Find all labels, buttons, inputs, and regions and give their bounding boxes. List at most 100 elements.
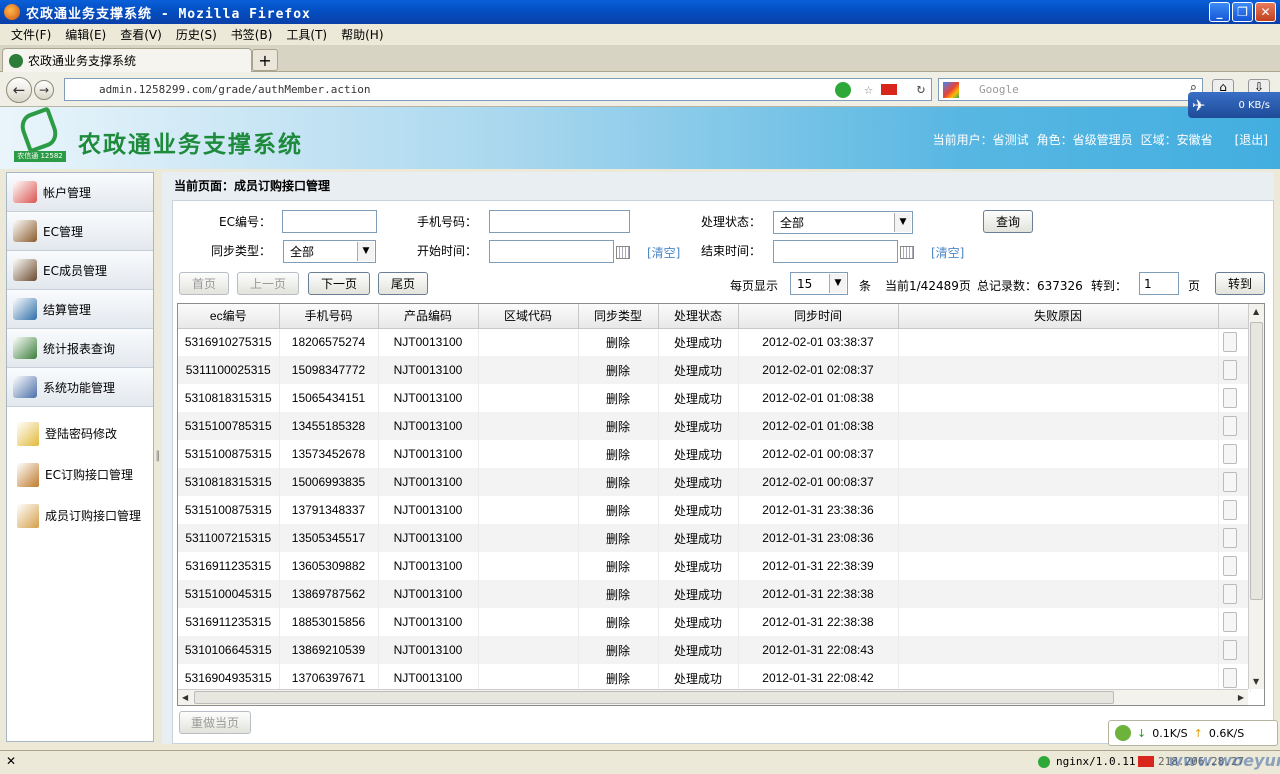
end-time-input[interactable]: [773, 240, 898, 263]
row-action-button[interactable]: [1222, 640, 1237, 660]
browser-tab[interactable]: 农政通业务支撑系统: [2, 48, 252, 72]
last-page-button[interactable]: 尾页: [378, 272, 428, 295]
table-row[interactable]: 5311100025315 15098347772 NJT0013100 删除 处理成功…: [178, 356, 1251, 384]
menu-view[interactable]: 查看(V): [115, 26, 167, 43]
scroll-down-icon[interactable]: ▼: [1253, 677, 1259, 686]
sidebar-item-ec[interactable]: EC管理: [7, 212, 153, 251]
sidebar-item-ec-member[interactable]: EC成员管理: [7, 251, 153, 290]
menu-edit[interactable]: 编辑(E): [60, 26, 111, 43]
phone-input[interactable]: [489, 210, 630, 233]
vertical-scrollbar[interactable]: ▲ ▼: [1248, 304, 1264, 689]
row-action-button[interactable]: [1222, 444, 1237, 464]
ec-number-input[interactable]: [282, 210, 377, 233]
sidebar-item-settlement[interactable]: 结算管理: [7, 290, 153, 329]
row-action-button[interactable]: [1222, 668, 1237, 688]
scroll-right-icon[interactable]: ▶: [1238, 693, 1244, 702]
scroll-left-icon[interactable]: ◀: [182, 693, 188, 702]
close-icon[interactable]: ✕: [6, 754, 16, 768]
table-cell: [478, 580, 579, 608]
go-icon[interactable]: [835, 82, 851, 98]
clear-start-link[interactable]: [清空]: [647, 244, 680, 261]
prev-page-button[interactable]: 上一页: [237, 272, 299, 295]
table-row[interactable]: 5310818315315 15065434151 NJT0013100 删除 处理成功…: [178, 384, 1251, 412]
row-action-button[interactable]: [1222, 388, 1237, 408]
menu-file[interactable]: 文件(F): [6, 26, 56, 43]
table-row[interactable]: 5315100045315 13869787562 NJT0013100 删除 处理成功…: [178, 580, 1251, 608]
horizontal-scrollbar[interactable]: ◀ ▶: [178, 689, 1248, 705]
scroll-thumb[interactable]: [194, 691, 1114, 704]
column-header[interactable]: 失败原因: [898, 304, 1219, 329]
per-page-select[interactable]: 15 ▼: [790, 272, 848, 295]
row-action-button[interactable]: [1222, 612, 1237, 632]
sidebar-subitem-member-order[interactable]: 成员订购接口管理: [7, 495, 153, 536]
back-arrow-icon[interactable]: ←: [6, 77, 32, 103]
search-bar[interactable]: Google ⌕: [938, 78, 1203, 101]
row-action-button[interactable]: [1222, 528, 1237, 548]
bookmark-star-icon[interactable]: ☆: [864, 80, 873, 98]
close-window-button[interactable]: ✕: [1255, 2, 1276, 22]
query-button[interactable]: 查询: [983, 210, 1033, 233]
maximize-button[interactable]: ❐: [1232, 2, 1253, 22]
sidebar-item-reports[interactable]: 统计报表查询: [7, 329, 153, 368]
column-header[interactable]: 手机号码: [279, 304, 379, 329]
redo-page-button[interactable]: 重做当页: [179, 711, 251, 734]
table-row[interactable]: 5310106645315 13869210539 NJT0013100 删除 处理成功…: [178, 636, 1251, 664]
table-cell: 2012-02-01 02:08:37: [738, 356, 899, 384]
status-select[interactable]: 全部 ▼: [773, 211, 913, 234]
table-row[interactable]: 5316911235315 18853015856 NJT0013100 删除 处理成功…: [178, 608, 1251, 636]
start-time-input[interactable]: [489, 240, 614, 263]
column-header[interactable]: 区域代码: [478, 304, 579, 329]
url-bar[interactable]: admin.1258299.com/grade/authMember.actio…: [64, 78, 932, 101]
table-cell: [478, 608, 579, 636]
table-row[interactable]: 5316910275315 18206575274 NJT0013100 删除 处理成功…: [178, 328, 1251, 356]
sidebar-subitem-ec-order[interactable]: EC订购接口管理: [7, 454, 153, 495]
table-row[interactable]: 5316904935315 13706397671 NJT0013100 删除 处理成功…: [178, 664, 1251, 692]
row-action-button[interactable]: [1222, 584, 1237, 604]
reload-icon[interactable]: ↻: [917, 81, 925, 97]
first-page-button[interactable]: 首页: [179, 272, 229, 295]
goto-button[interactable]: 转到: [1215, 272, 1265, 295]
table-row[interactable]: 5315100875315 13791348337 NJT0013100 删除 处理成功…: [178, 496, 1251, 524]
table-row[interactable]: 5310818315315 15006993835 NJT0013100 删除 处理成功…: [178, 468, 1251, 496]
row-action-button[interactable]: [1222, 472, 1237, 492]
table-row[interactable]: 5316911235315 13605309882 NJT0013100 删除 处理成功…: [178, 552, 1251, 580]
sidebar-item-system[interactable]: 系统功能管理: [7, 368, 153, 407]
sync-type-select[interactable]: 全部 ▼: [283, 240, 376, 263]
column-header[interactable]: 处理状态: [658, 304, 739, 329]
row-action-button[interactable]: [1222, 556, 1237, 576]
new-tab-button[interactable]: +: [252, 49, 278, 71]
scroll-thumb[interactable]: [1250, 322, 1263, 600]
table-cell: 13605309882: [279, 552, 379, 580]
column-header[interactable]: 同步时间: [738, 304, 899, 329]
table-row[interactable]: 5311007215315 13505345517 NJT0013100 删除 处理成功…: [178, 524, 1251, 552]
row-action-button[interactable]: [1222, 360, 1237, 380]
row-action-button[interactable]: [1222, 416, 1237, 436]
next-page-button[interactable]: 下一页: [308, 272, 370, 295]
column-header[interactable]: ec编号: [178, 304, 280, 329]
sidebar-subitem-password[interactable]: 登陆密码修改: [7, 413, 153, 454]
menu-help[interactable]: 帮助(H): [336, 26, 388, 43]
goto-page-input[interactable]: 1: [1139, 272, 1179, 295]
table-row[interactable]: 5315100785315 13455185328 NJT0013100 删除 处理成功…: [178, 412, 1251, 440]
forward-arrow-icon[interactable]: →: [34, 80, 54, 100]
column-header[interactable]: 产品编码: [378, 304, 479, 329]
sidebar-item-account[interactable]: 帐户管理: [7, 173, 153, 212]
scroll-up-icon[interactable]: ▲: [1253, 307, 1259, 316]
menu-bookmarks[interactable]: 书签(B): [226, 26, 278, 43]
phone-label: 手机号码：: [417, 215, 478, 229]
minimize-button[interactable]: _: [1209, 2, 1230, 22]
chart-icon: [13, 337, 37, 359]
user-role: 角色：省级管理员: [1036, 133, 1133, 147]
sidebar-splitter-handle[interactable]: ║: [155, 452, 160, 468]
calendar-icon[interactable]: [900, 246, 914, 259]
calendar-icon[interactable]: [616, 246, 630, 259]
logout-link[interactable]: [退出]: [1235, 131, 1268, 148]
clear-end-link[interactable]: [清空]: [931, 244, 964, 261]
table-cell: [478, 664, 579, 692]
menu-history[interactable]: 历史(S): [171, 26, 222, 43]
row-action-button[interactable]: [1222, 500, 1237, 520]
column-header[interactable]: 同步类型: [578, 304, 659, 329]
row-action-button[interactable]: [1222, 332, 1237, 353]
table-row[interactable]: 5315100875315 13573452678 NJT0013100 删除 处理成功…: [178, 440, 1251, 468]
menu-tools[interactable]: 工具(T): [281, 26, 332, 43]
